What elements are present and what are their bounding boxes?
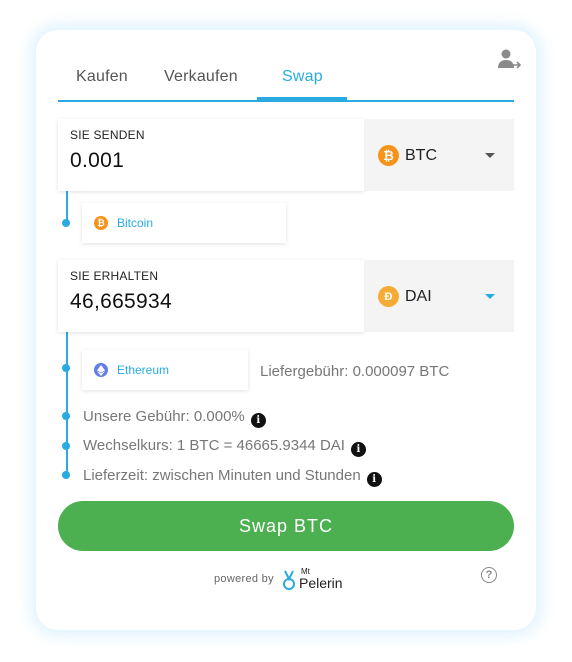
fee-line: Unsere Gebühr: 0.000% i	[83, 408, 266, 428]
chevron-down-icon	[485, 153, 495, 158]
timeline-dot	[62, 412, 70, 420]
powered-by-text: powered by	[214, 573, 274, 585]
send-amount-field[interactable]: SIE SENDEN 0.001	[58, 119, 364, 191]
bitcoin-icon: ₿	[378, 145, 399, 166]
info-icon[interactable]: i	[250, 413, 266, 428]
receive-amount-value: 46,665934	[70, 290, 172, 313]
tab-verkaufen[interactable]: Verkaufen	[164, 68, 238, 86]
timeline-dot	[62, 442, 70, 450]
active-tab-indicator	[257, 97, 347, 102]
tab-swap[interactable]: Swap	[282, 68, 323, 86]
ethereum-icon	[94, 363, 108, 377]
dai-icon: Ð	[378, 286, 399, 307]
brand-name: Pelerin	[299, 575, 343, 591]
receive-currency-label: DAI	[405, 288, 432, 305]
help-icon[interactable]: ?	[481, 567, 497, 583]
receive-network-label: Ethereum	[117, 363, 170, 377]
delivery-time-text: Lieferzeit: zwischen Minuten und Stunden	[83, 467, 361, 484]
receive-network-select[interactable]: Ethereum	[82, 350, 248, 390]
send-currency-label: BTC	[405, 147, 437, 164]
timeline-dot	[62, 471, 70, 479]
send-network-label: Bitcoin	[117, 216, 154, 230]
swap-button[interactable]: Swap BTC	[58, 501, 514, 551]
bitcoin-icon: ₿	[94, 216, 108, 230]
timeline-dot	[62, 219, 70, 227]
tab-bar: Kaufen Verkaufen Swap	[58, 62, 514, 102]
timeline-line-bottom	[66, 332, 68, 475]
rate-text: Wechselkurs: 1 BTC = 46665.9344 DAI	[83, 437, 345, 454]
chevron-down-icon	[485, 294, 495, 299]
receive-currency-select[interactable]: Ð DAI	[365, 260, 514, 332]
send-currency-select[interactable]: ₿ BTC	[365, 119, 514, 191]
send-amount-input[interactable]: 0.001	[70, 149, 124, 173]
receive-label: SIE ERHALTEN	[70, 269, 159, 283]
send-network-select[interactable]: ₿ Bitcoin	[82, 203, 286, 243]
send-label: SIE SENDEN	[70, 128, 145, 142]
info-icon[interactable]: i	[366, 472, 382, 487]
info-icon[interactable]: i	[350, 442, 366, 457]
swap-widget-card: Kaufen Verkaufen Swap SIE SENDEN 0.001 ₿…	[36, 30, 536, 630]
rate-line: Wechselkurs: 1 BTC = 46665.9344 DAI i	[83, 437, 366, 457]
timeline-dot	[62, 364, 70, 372]
mt-pelerin-logo-icon	[283, 570, 295, 590]
receive-amount-field[interactable]: SIE ERHALTEN 46,665934	[58, 260, 364, 332]
delivery-fee-text: Liefergebühr: 0.000097 BTC	[260, 363, 450, 380]
fee-text: Unsere Gebühr: 0.000%	[83, 408, 245, 425]
delivery-time-line: Lieferzeit: zwischen Minuten und Stunden…	[83, 467, 382, 487]
tab-kaufen[interactable]: Kaufen	[76, 68, 128, 86]
